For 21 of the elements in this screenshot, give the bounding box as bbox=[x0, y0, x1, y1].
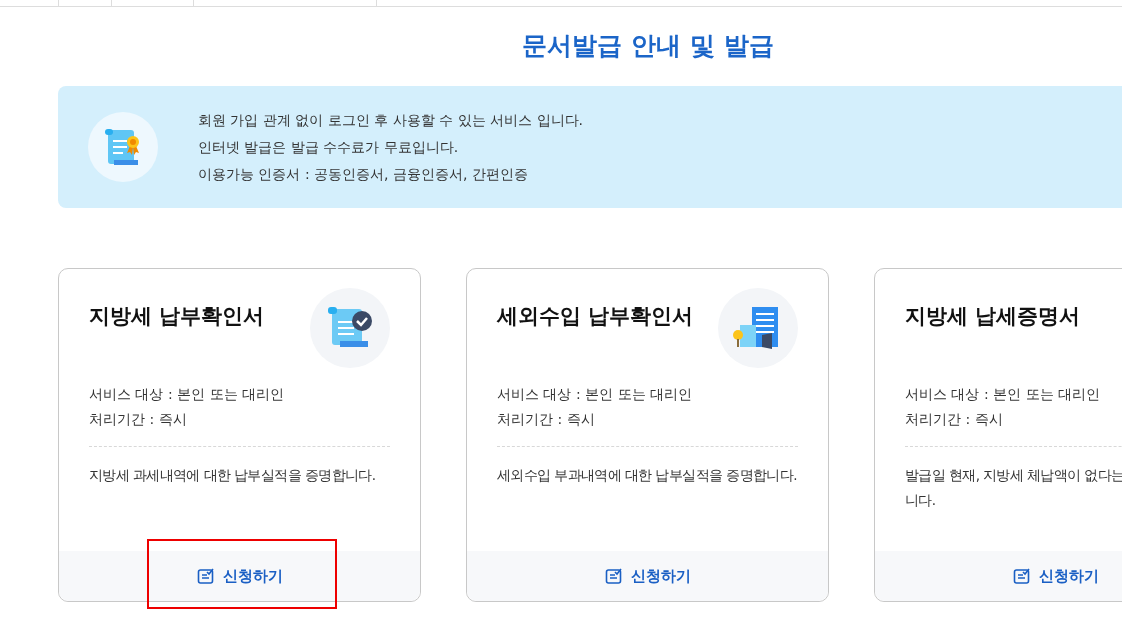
description-text: 세외수입 부과내역에 대한 납부실적을 증명합니다. bbox=[497, 466, 797, 485]
card-title: 세외수입 납부확인서 bbox=[497, 303, 694, 330]
checklist-icon bbox=[1012, 567, 1031, 585]
checklist-icon bbox=[604, 567, 623, 585]
notice-text: 인터넷 발급은 발급 수수료가 무료입니다. bbox=[198, 137, 460, 157]
notice-text: 회원 가입 관계 없이 로그인 후 사용할 수 있는 서비스 입니다. bbox=[198, 110, 583, 130]
apply-button[interactable]: 신청하기 bbox=[192, 562, 287, 590]
info-text: 서비스 대상 : 본인 또는 대리인 bbox=[497, 385, 693, 404]
card-title: 지방세 납부확인서 bbox=[89, 303, 265, 330]
card-title: 지방세 납세증명서 bbox=[905, 303, 1081, 330]
info-text: 서비스 대상 : 본인 또는 대리인 bbox=[89, 385, 285, 404]
notice-text: 이용가능 인증서 : 공동인증서, 금융인증서, 간편인증 bbox=[198, 164, 529, 184]
info-text: 처리기간 : 즉시 bbox=[89, 410, 188, 429]
checklist-icon bbox=[196, 567, 215, 585]
info-text: 처리기간 : 즉시 bbox=[905, 410, 1004, 429]
description-text: 니다. bbox=[905, 491, 936, 510]
page-title: 문서발급 안내 및 발급 bbox=[521, 30, 775, 62]
description-text: 지방세 과세내역에 대한 납부실적을 증명합니다. bbox=[89, 466, 376, 485]
info-text: 처리기간 : 즉시 bbox=[497, 410, 596, 429]
apply-button[interactable]: 신청하기 bbox=[600, 562, 695, 590]
info-text: 서비스 대상 : 본인 또는 대리인 bbox=[905, 385, 1101, 404]
